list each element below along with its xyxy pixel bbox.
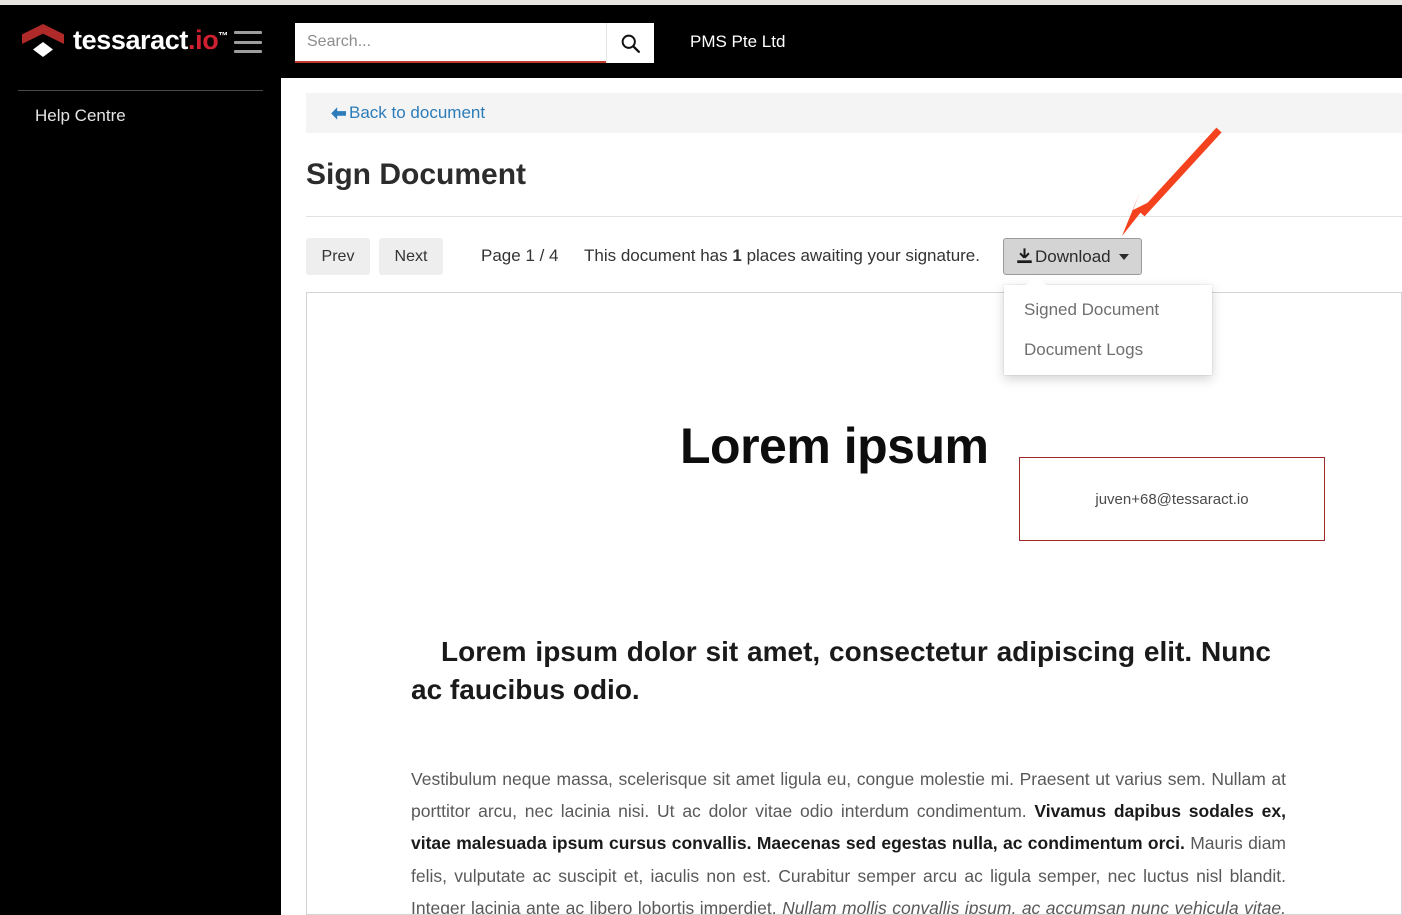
await-count: 1	[732, 246, 742, 265]
download-icon	[1017, 248, 1032, 264]
tessaract-diamond-logo-icon	[22, 22, 64, 58]
signature-email: juven+68@tessaract.io	[1095, 490, 1249, 508]
document-preview-page[interactable]: Lorem ipsum juven+68@tessaract.io Lorem …	[306, 292, 1402, 915]
brand-wordmark: tessaract.io™	[73, 24, 228, 55]
sidebar-item-help-centre[interactable]: Help Centre	[35, 106, 126, 126]
body-italic-1: Nullam mollis convallis ipsum, ac accums…	[782, 897, 1286, 915]
document-subheading: Lorem ipsum dolor sit amet, consectetur …	[411, 633, 1271, 709]
page-indicator: Page 1 / 4	[481, 246, 559, 265]
prev-page-button[interactable]: Prev	[306, 238, 370, 275]
brand-suffix: .io	[188, 24, 219, 55]
signature-status-text: This document has 1 places awaiting your…	[584, 246, 980, 266]
document-toolbar: Prev Next Page 1 / 4 This document has 1…	[306, 238, 1402, 375]
download-dropdown-menu: Signed Document Document Logs	[1004, 276, 1212, 375]
dropdown-item-document-logs[interactable]: Document Logs	[1004, 330, 1212, 370]
organization-name: PMS Pte Ltd	[690, 32, 786, 51]
back-navigation-bar: Back to document	[306, 93, 1402, 133]
chevron-down-icon	[1118, 253, 1129, 260]
next-page-button[interactable]: Next	[379, 238, 443, 275]
search-bar	[295, 23, 654, 63]
sidebar-nav: Help Centre	[0, 78, 281, 915]
document-subheading-text: Lorem ipsum dolor sit amet, consectetur …	[411, 636, 1271, 705]
search-input[interactable]	[295, 23, 606, 63]
app-header: tessaract.io™ PMS Pte Ltd	[0, 5, 1402, 78]
signature-field[interactable]: juven+68@tessaract.io	[1019, 457, 1325, 541]
await-suffix: places awaiting your signature.	[746, 246, 980, 265]
hamburger-menu-icon[interactable]	[234, 31, 262, 53]
title-divider	[306, 216, 1402, 217]
search-button[interactable]	[606, 23, 654, 63]
dropdown-item-signed-document[interactable]: Signed Document	[1004, 290, 1212, 330]
brand-logo[interactable]: tessaract.io™	[22, 22, 228, 58]
document-heading: Lorem ipsum	[680, 418, 989, 474]
main-content: Back to document Sign Document Prev Next…	[281, 78, 1402, 915]
await-prefix: This document has	[584, 246, 728, 265]
sidebar-divider	[18, 90, 263, 91]
brand-trademark: ™	[218, 30, 228, 42]
brand-name: tessaract	[73, 24, 188, 55]
document-body-paragraph: Vestibulum neque massa, scelerisque sit …	[411, 763, 1286, 915]
arrow-left-icon	[331, 106, 346, 120]
back-to-document-label: Back to document	[349, 103, 486, 122]
page-title: Sign Document	[306, 158, 527, 191]
download-button[interactable]: Download	[1003, 238, 1142, 275]
back-to-document-link[interactable]: Back to document	[330, 103, 485, 123]
app-root: tessaract.io™ PMS Pte Ltd Help Centre	[0, 0, 1402, 915]
download-button-label: Download	[1035, 246, 1111, 266]
search-icon	[621, 34, 640, 53]
